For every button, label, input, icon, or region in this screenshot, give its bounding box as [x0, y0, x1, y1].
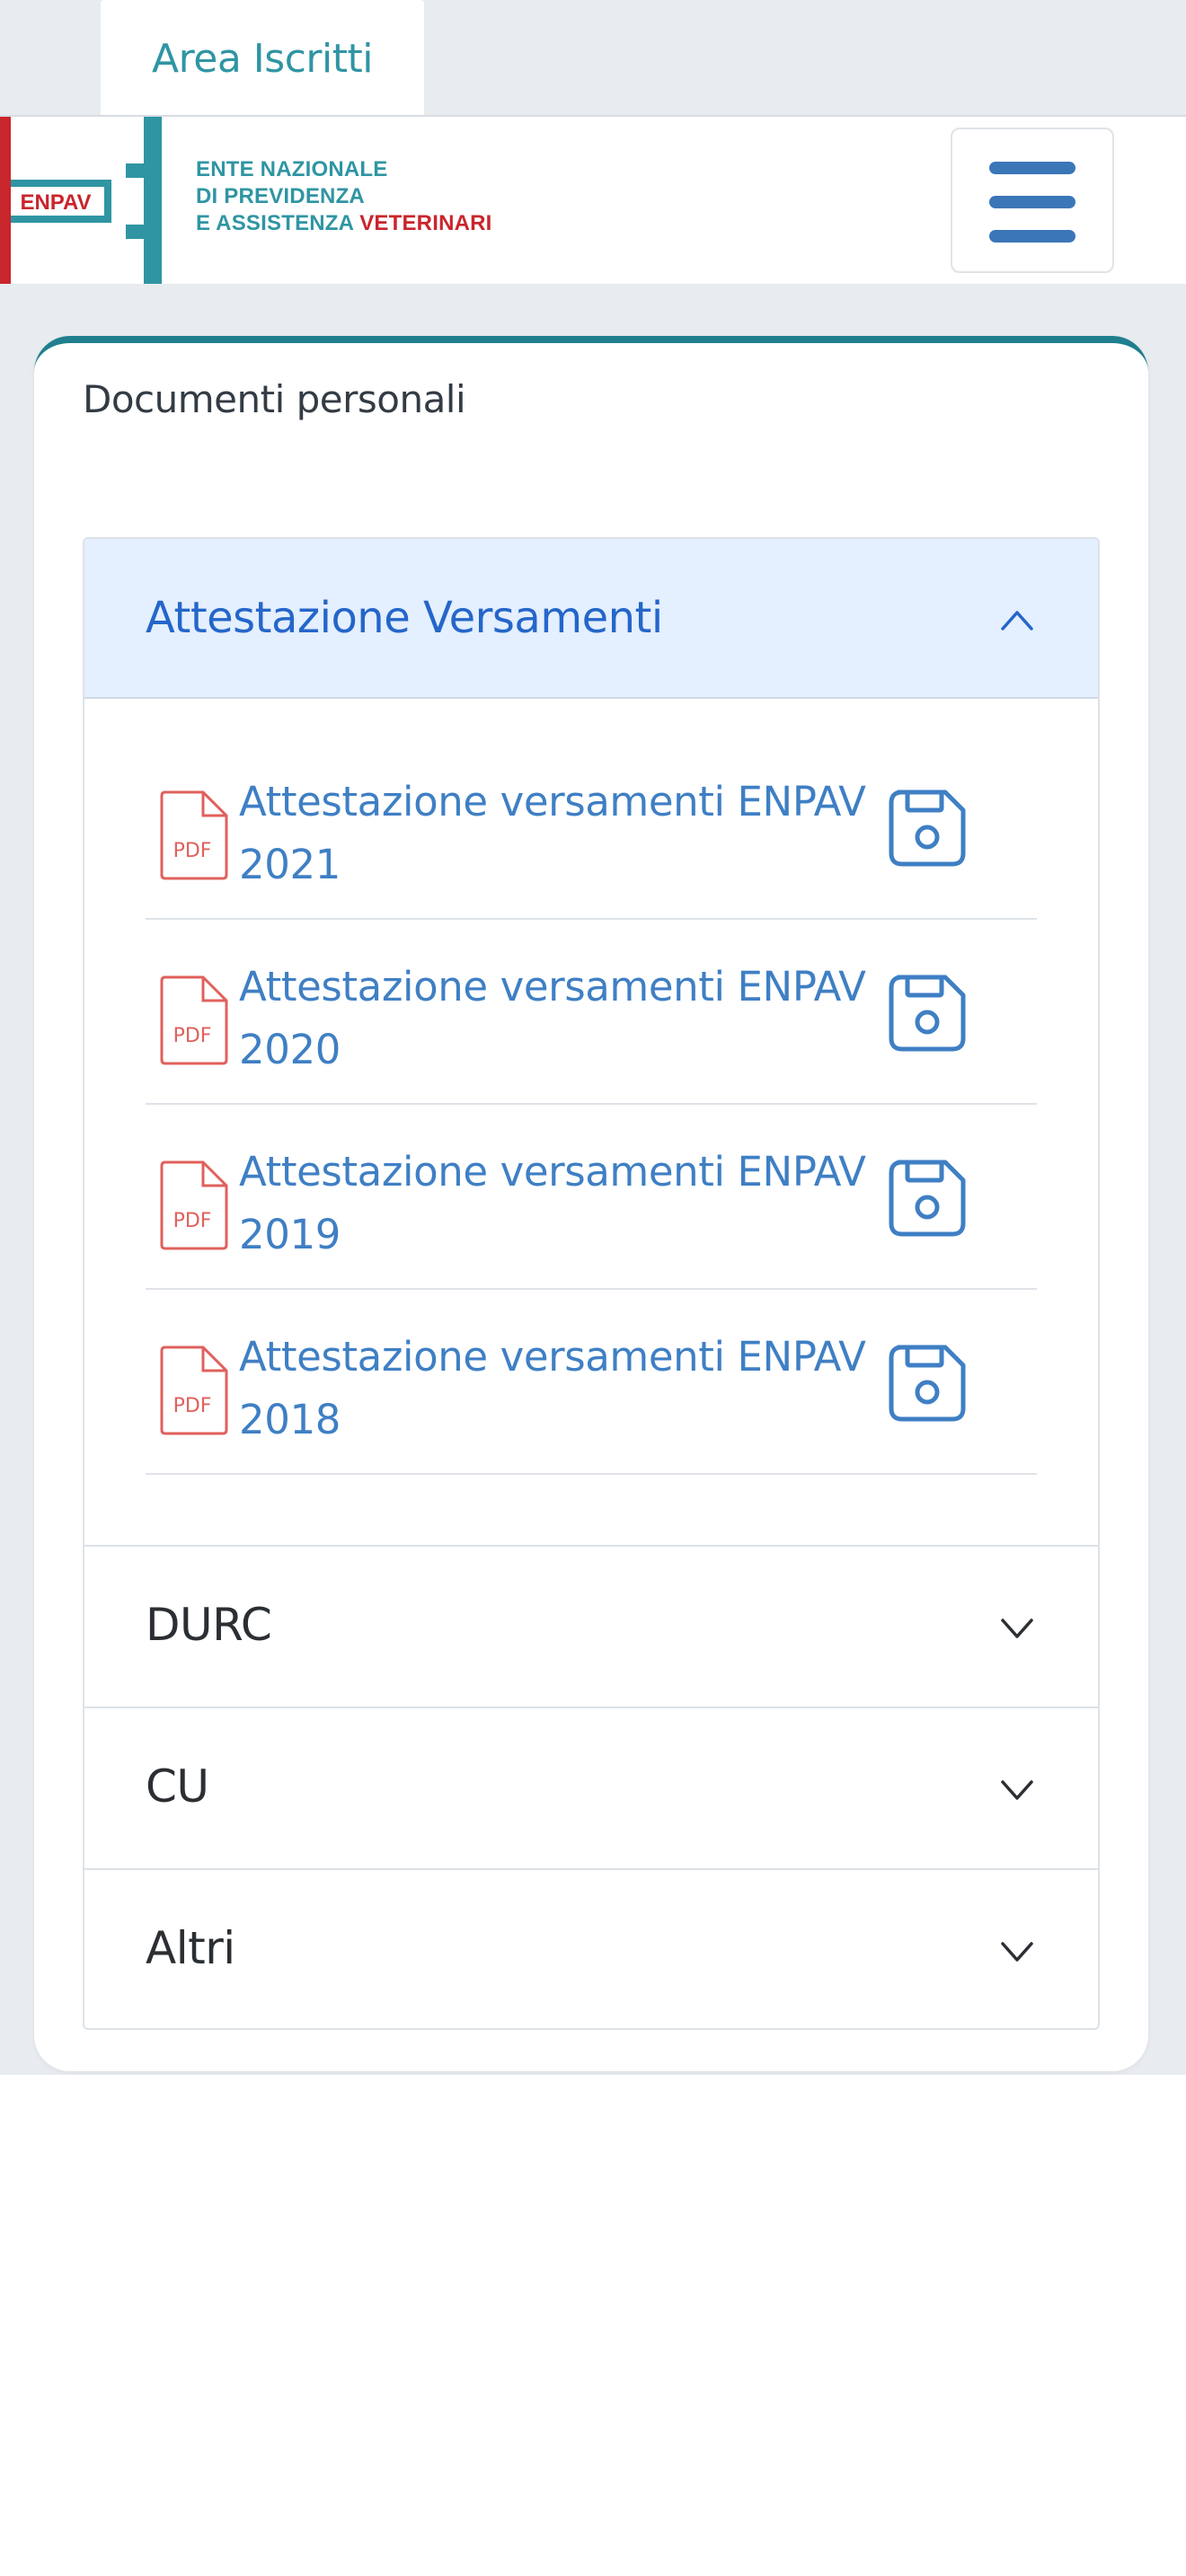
- logo-line-3-highlight: VETERINARI: [359, 211, 492, 235]
- accordion-header-attestazione-versamenti[interactable]: Attestazione Versamenti: [84, 539, 1098, 699]
- pdf-file-icon: PDF: [160, 975, 228, 1065]
- documents-card: Documenti personali Attestazione Versame…: [34, 336, 1148, 2071]
- tab-area-iscritti[interactable]: Area Iscritti: [101, 0, 424, 117]
- logo-line-3-prefix: E ASSISTENZA: [196, 211, 360, 235]
- pdf-file-icon: PDF: [160, 1345, 228, 1435]
- document-name-line2: 2018: [239, 1396, 341, 1443]
- hamburger-icon-bar: [989, 230, 1075, 243]
- hamburger-icon-bar: [989, 196, 1075, 208]
- pdf-type-label: PDF: [173, 1025, 212, 1047]
- logo-line-2: DI PREVIDENZA: [196, 184, 365, 208]
- logo-line-1: ENTE NAZIONALE: [196, 157, 388, 181]
- document-name[interactable]: Attestazione versamenti ENPAV 2019: [239, 1141, 886, 1266]
- logo-wordmark: ENTE NAZIONALE DI PREVIDENZA E ASSISTENZ…: [196, 156, 492, 237]
- document-name-line1: Attestazione versamenti ENPAV: [239, 1333, 866, 1381]
- chevron-down-icon: [1001, 1780, 1033, 1800]
- chevron-up-icon: [1001, 611, 1033, 631]
- accordion-label: DURC: [146, 1599, 272, 1651]
- enpav-logo[interactable]: ENPAV ENTE NAZIONALE DI PREVIDENZA E ASS…: [0, 117, 575, 284]
- document-name[interactable]: Attestazione versamenti ENPAV 2020: [239, 956, 886, 1081]
- menu-toggle-button[interactable]: [951, 128, 1114, 273]
- document-name-line1: Attestazione versamenti ENPAV: [239, 963, 866, 1010]
- document-name-line2: 2021: [239, 841, 341, 888]
- logo-mark-text: ENPAV: [20, 190, 91, 215]
- document-item[interactable]: PDF Attestazione versamenti ENPAV 2021: [146, 735, 1037, 920]
- site-header: ENPAV ENTE NAZIONALE DI PREVIDENZA E ASS…: [0, 115, 1186, 284]
- save-icon[interactable]: [886, 1157, 969, 1239]
- document-name-line2: 2020: [239, 1026, 341, 1073]
- save-icon[interactable]: [886, 787, 969, 869]
- accordion-header-durc[interactable]: DURC: [84, 1545, 1098, 1707]
- chevron-down-icon: [1001, 1619, 1033, 1638]
- document-name-line1: Attestazione versamenti ENPAV: [239, 778, 866, 825]
- save-icon[interactable]: [886, 972, 969, 1054]
- document-item[interactable]: PDF Attestazione versamenti ENPAV 2018: [146, 1290, 1037, 1475]
- logo-line-3: E ASSISTENZA VETERINARI: [196, 210, 492, 237]
- document-name-line2: 2019: [239, 1211, 341, 1258]
- chevron-down-icon: [1001, 1942, 1033, 1962]
- document-name-line1: Attestazione versamenti ENPAV: [239, 1148, 866, 1195]
- tab-area-iscritti-label: Area Iscritti: [152, 35, 373, 82]
- document-name[interactable]: Attestazione versamenti ENPAV 2018: [239, 1326, 886, 1451]
- document-name[interactable]: Attestazione versamenti ENPAV 2021: [239, 771, 886, 896]
- pdf-file-icon: PDF: [160, 790, 228, 880]
- accordion-label: Altri: [146, 1922, 235, 1974]
- documents-accordion: Attestazione Versamenti PDF Attestazione…: [83, 537, 1100, 2030]
- save-icon[interactable]: [886, 1342, 969, 1425]
- pdf-type-label: PDF: [173, 1395, 212, 1417]
- top-tab-bar: Area Iscritti: [0, 0, 1186, 117]
- enpav-logo-mark: ENPAV: [0, 117, 162, 284]
- document-item[interactable]: PDF Attestazione versamenti ENPAV 2019: [146, 1105, 1037, 1290]
- pdf-type-label: PDF: [173, 840, 212, 862]
- hamburger-icon: [989, 162, 1075, 174]
- accordion-label: CU: [146, 1760, 209, 1813]
- accordion-header-altri[interactable]: Altri: [84, 1868, 1098, 2028]
- document-item[interactable]: PDF Attestazione versamenti ENPAV 2020: [146, 920, 1037, 1105]
- pdf-file-icon: PDF: [160, 1160, 228, 1250]
- accordion-header-cu[interactable]: CU: [84, 1707, 1098, 1868]
- card-title: Documenti personali: [83, 377, 466, 421]
- pdf-type-label: PDF: [173, 1210, 212, 1232]
- accordion-label: Attestazione Versamenti: [146, 593, 663, 643]
